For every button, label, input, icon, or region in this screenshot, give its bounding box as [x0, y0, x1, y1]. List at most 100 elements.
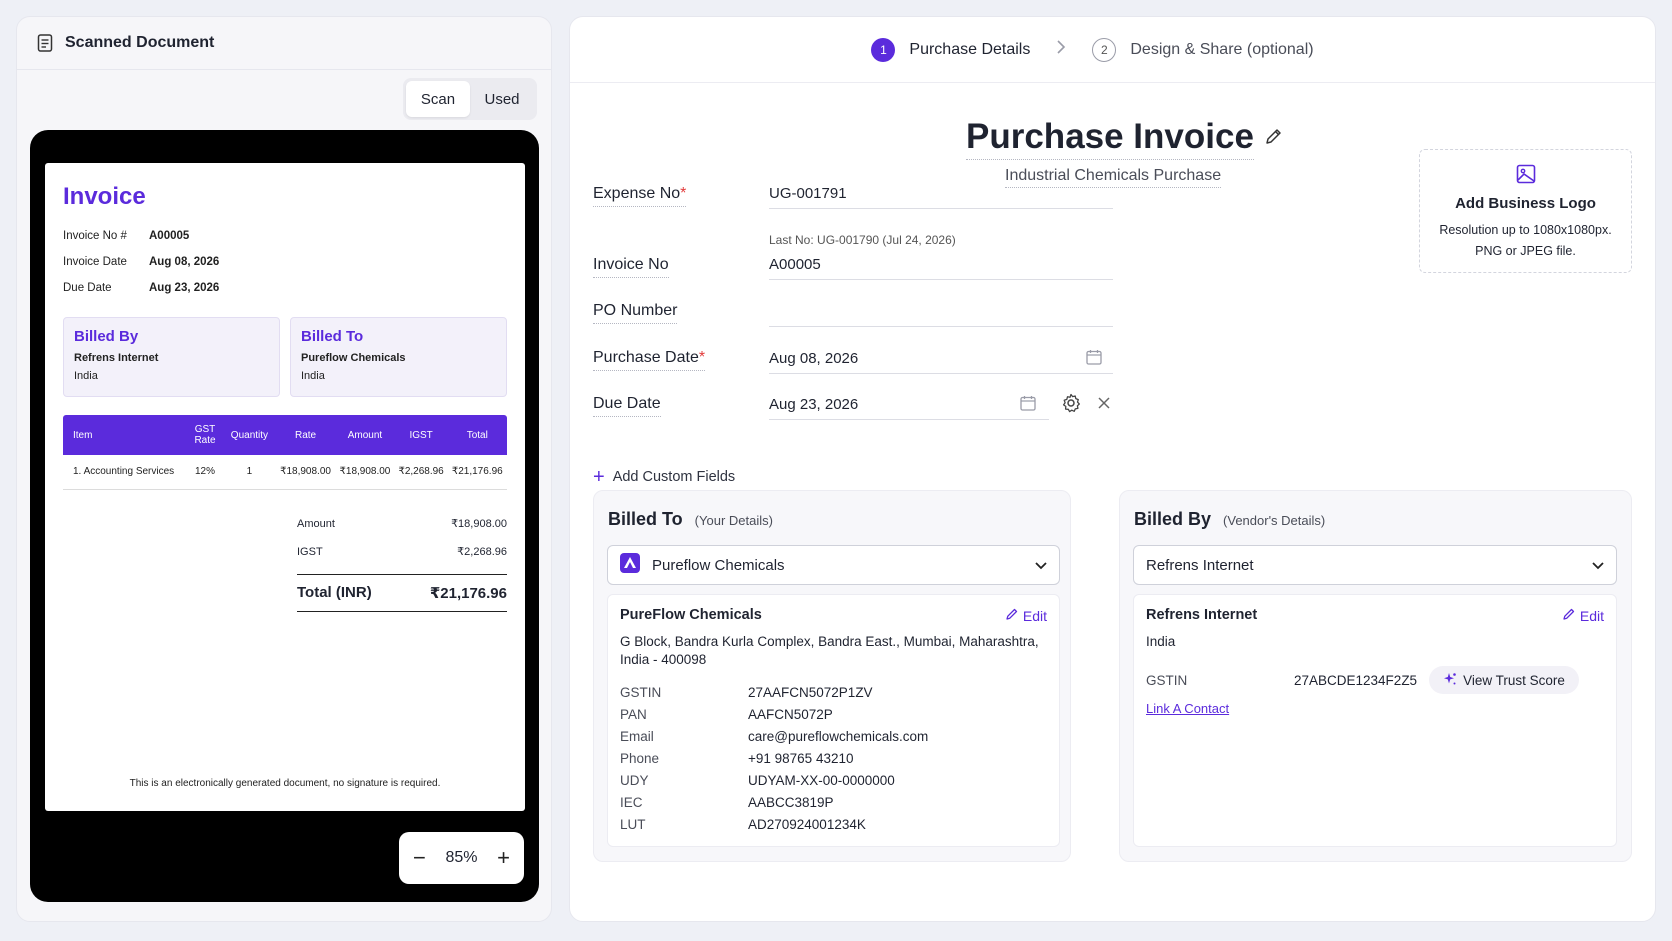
billed-to-edit-button[interactable]: Edit — [1005, 607, 1047, 624]
logo-desc-1: Resolution up to 1080x1080px. — [1439, 223, 1612, 237]
company-avatar-icon — [620, 553, 640, 577]
chevron-down-icon — [1035, 557, 1047, 574]
meta-value: A00005 — [149, 230, 190, 242]
detail-value: AAFCN5072P — [748, 706, 833, 722]
scanned-document-panel: Scanned Document Scan Used Invoice Invoi… — [16, 16, 552, 922]
detail-label: PAN — [620, 706, 647, 722]
due-date-input[interactable]: Aug 23, 2026 — [769, 390, 1049, 420]
trust-score-label: View Trust Score — [1463, 672, 1565, 688]
expense-no-input[interactable]: UG-001791 — [769, 179, 1113, 209]
detail-row: GSTIN 27AAFCN5072P1ZV — [620, 681, 1047, 703]
total-value: ₹2,268.96 — [457, 546, 507, 558]
billed-to-details: PureFlow Chemicals Edit G Block, Bandra … — [607, 594, 1060, 847]
scanned-document-header: Scanned Document — [17, 17, 551, 70]
pencil-icon[interactable] — [1264, 126, 1284, 151]
invoice-title: Invoice — [63, 183, 146, 210]
detail-label: LUT — [620, 816, 646, 832]
billed-to-select[interactable]: Pureflow Chemicals — [607, 545, 1060, 585]
image-icon — [1516, 164, 1536, 188]
add-business-logo[interactable]: Add Business Logo Resolution up to 1080x… — [1419, 149, 1632, 273]
gstin-label: GSTIN — [1146, 672, 1188, 688]
step-purchase-details[interactable]: 1 Purchase Details — [871, 37, 1031, 62]
logo-title: Add Business Logo — [1455, 195, 1596, 212]
billed-by-select[interactable]: Refrens Internet — [1133, 545, 1617, 585]
billed-to-address: G Block, Bandra Kurla Complex, Bandra Ea… — [620, 634, 1039, 667]
col-header: GST Rate — [187, 415, 223, 455]
detail-row: PAN AAFCN5072P — [620, 703, 1047, 725]
invoice-totals: Amount ₹18,908.00 IGST ₹2,268.96 Total (… — [297, 510, 507, 612]
purchase-date-input[interactable]: Aug 08, 2026 — [769, 344, 1113, 374]
document-title-wrap: Purchase Invoice — [966, 117, 1284, 160]
plus-icon: + — [593, 466, 605, 488]
view-trust-score-button[interactable]: View Trust Score — [1429, 666, 1579, 694]
step-number: 2 — [1092, 37, 1117, 62]
meta-label: Due Date — [63, 282, 112, 294]
detail-row: UDY UDYAM-XX-00-0000000 — [620, 769, 1047, 791]
invoice-footer-note: This is an electronically generated docu… — [129, 778, 441, 789]
detail-value: 27AAFCN5072P1ZV — [748, 684, 873, 700]
cell-total: ₹21,176.96 — [447, 455, 507, 490]
cell-amount: ₹18,908.00 — [335, 455, 395, 490]
grand-total-row: Total (INR) ₹21,176.96 — [297, 573, 507, 612]
step-design-share[interactable]: 2 Design & Share (optional) — [1092, 37, 1314, 62]
edit-label: Edit — [1022, 607, 1047, 624]
billed-by-selected: Refrens Internet — [1146, 556, 1254, 574]
po-number-input[interactable] — [769, 297, 1113, 327]
billed-by-title: Billed By — [1134, 509, 1212, 529]
invoice-no-label: Invoice No — [593, 256, 669, 278]
invoice-meta-row: Invoice Date Aug 08, 2026 — [63, 249, 507, 275]
invoice-billed-to: Billed To Pureflow Chemicals India — [290, 317, 507, 397]
required-mark: * — [680, 185, 687, 202]
invoice-parties: Billed By Refrens Internet India Billed … — [63, 317, 507, 397]
purchase-date-label: Purchase Date* — [593, 349, 706, 371]
total-value: ₹18,908.00 — [451, 518, 507, 530]
purchase-date-label-text: Purchase Date — [593, 349, 699, 366]
document-viewer[interactable]: Invoice Invoice No # A00005 Invoice Date… — [30, 130, 539, 902]
calendar-icon[interactable] — [1086, 349, 1102, 365]
calendar-icon[interactable] — [1020, 395, 1036, 411]
detail-label: GSTIN — [620, 684, 662, 700]
purchase-form-panel: 1 Purchase Details 2 Design & Share (opt… — [569, 16, 1656, 922]
tab-used[interactable]: Used — [470, 81, 534, 117]
gstin-value: 27ABCDE1234F2Z5 — [1294, 672, 1418, 688]
meta-label: Invoice No # — [63, 230, 127, 242]
close-icon[interactable] — [1097, 396, 1111, 415]
detail-label: IEC — [620, 794, 643, 810]
tab-scan[interactable]: Scan — [406, 81, 470, 117]
link-contact-link[interactable]: Link A Contact — [1146, 701, 1229, 716]
col-header: Amount — [335, 415, 395, 455]
gear-icon[interactable] — [1061, 393, 1081, 418]
detail-label: Phone — [620, 750, 660, 766]
col-header: Rate — [275, 415, 336, 455]
edit-label: Edit — [1579, 607, 1604, 624]
detail-value: AABCC3819P — [748, 794, 834, 810]
cell-igst: ₹2,268.96 — [394, 455, 448, 490]
invoice-meta-row: Due Date Aug 23, 2026 — [63, 275, 507, 301]
cell-qty: 1 — [223, 455, 276, 490]
billed-to-title: Billed To — [608, 509, 683, 529]
billed-to-heading: Billed To — [301, 328, 364, 345]
step-label: Purchase Details — [909, 40, 1031, 58]
step-number: 1 — [871, 37, 896, 62]
grand-total-value: ₹21,176.96 — [429, 584, 507, 602]
billed-by-gstin-row: GSTIN 27ABCDE1234F2Z5 View Trust Score — [1146, 665, 1604, 695]
invoice-page: Invoice Invoice No # A00005 Invoice Date… — [45, 163, 525, 811]
meta-value: Aug 08, 2026 — [149, 256, 220, 268]
detail-value: +91 98765 43210 — [748, 750, 854, 766]
scanned-document-title: Scanned Document — [65, 34, 215, 51]
billed-to-company-name: PureFlow Chemicals — [620, 607, 762, 623]
invoice-no-input[interactable]: A00005 — [769, 250, 1113, 280]
zoom-in-button[interactable]: + — [497, 847, 510, 869]
po-number-label: PO Number — [593, 302, 678, 324]
logo-desc-2: PNG or JPEG file. — [1475, 244, 1576, 258]
zoom-out-button[interactable]: − — [413, 847, 426, 869]
billed-by-edit-button[interactable]: Edit — [1562, 607, 1604, 624]
billed-to-selected: Pureflow Chemicals — [652, 556, 785, 574]
cell-rate: ₹18,908.00 — [275, 455, 336, 490]
add-custom-fields-button[interactable]: + Add Custom Fields — [593, 467, 735, 487]
cell-gst: 12% — [187, 455, 223, 490]
grand-total-label: Total (INR) — [297, 584, 372, 601]
document-title[interactable]: Purchase Invoice — [966, 117, 1254, 160]
detail-value: UDYAM-XX-00-0000000 — [748, 772, 895, 788]
add-custom-fields-label: Add Custom Fields — [612, 469, 736, 485]
